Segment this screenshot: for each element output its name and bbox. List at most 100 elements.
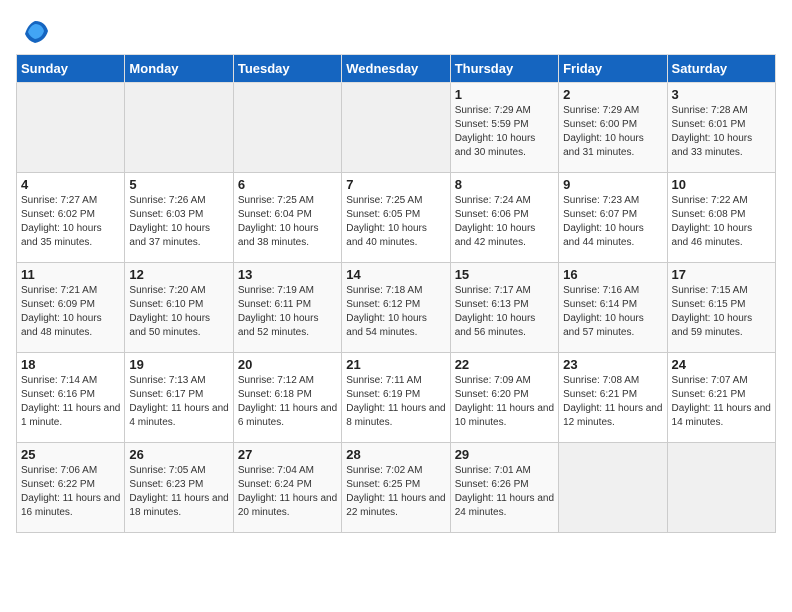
day-number: 23 (563, 357, 662, 372)
calendar-cell: 23 Sunrise: 7:08 AMSunset: 6:21 PMDayligh… (559, 353, 667, 443)
day-number: 22 (455, 357, 554, 372)
cell-info: Sunrise: 7:18 AMSunset: 6:12 PMDaylight:… (346, 284, 445, 340)
cell-info: Sunrise: 7:19 AMSunset: 6:11 PMDaylight:… (238, 284, 337, 340)
calendar-week-row: 1Sunrise: 7:29 AMSunset: 5:59 PMDaylight… (17, 83, 776, 173)
calendar-cell (559, 443, 667, 533)
day-number: 13 (238, 267, 337, 282)
cell-info: Sunrise: 7:02 AMSunset: 6:25 PMDaylight:… (346, 464, 445, 520)
day-number: 27 (238, 447, 337, 462)
cell-info: Sunrise: 7:06 AMSunset: 6:22 PMDaylight:… (21, 464, 120, 520)
day-header-tuesday: Tuesday (233, 55, 341, 83)
cell-info: Sunrise: 7:27 AMSunset: 6:02 PMDaylight:… (21, 194, 120, 250)
calendar-cell (17, 83, 125, 173)
day-header-sunday: Sunday (17, 55, 125, 83)
day-header-saturday: Saturday (667, 55, 775, 83)
calendar-cell (233, 83, 341, 173)
calendar-cell: 22 Sunrise: 7:09 AMSunset: 6:20 PMDayligh… (450, 353, 558, 443)
cell-info: Sunrise: 7:17 AMSunset: 6:13 PMDaylight:… (455, 284, 554, 340)
day-number: 16 (563, 267, 662, 282)
calendar-cell: 25 Sunrise: 7:06 AMSunset: 6:22 PMDayligh… (17, 443, 125, 533)
day-number: 26 (129, 447, 228, 462)
calendar-week-row: 18 Sunrise: 7:14 AMSunset: 6:16 PMDayligh… (17, 353, 776, 443)
logo (16, 16, 50, 46)
day-number: 7 (346, 177, 445, 192)
calendar-cell: 19 Sunrise: 7:13 AMSunset: 6:17 PMDayligh… (125, 353, 233, 443)
cell-info: Sunrise: 7:07 AMSunset: 6:21 PMDaylight:… (672, 374, 771, 430)
calendar-cell: 16 Sunrise: 7:16 AMSunset: 6:14 PMDayligh… (559, 263, 667, 353)
calendar-cell: 5 Sunrise: 7:26 AMSunset: 6:03 PMDaylight… (125, 173, 233, 263)
calendar-cell: 21 Sunrise: 7:11 AMSunset: 6:19 PMDayligh… (342, 353, 450, 443)
cell-info: Sunrise: 7:20 AMSunset: 6:10 PMDaylight:… (129, 284, 228, 340)
calendar-cell: 18 Sunrise: 7:14 AMSunset: 6:16 PMDayligh… (17, 353, 125, 443)
cell-info: Sunrise: 7:15 AMSunset: 6:15 PMDaylight:… (672, 284, 771, 340)
calendar-cell: 10 Sunrise: 7:22 AMSunset: 6:08 PMDayligh… (667, 173, 775, 263)
cell-info: Sunrise: 7:21 AMSunset: 6:09 PMDaylight:… (21, 284, 120, 340)
day-number: 3 (672, 87, 771, 102)
cell-info: Sunrise: 7:24 AMSunset: 6:06 PMDaylight:… (455, 194, 554, 250)
day-number: 18 (21, 357, 120, 372)
cell-info: Sunrise: 7:11 AMSunset: 6:19 PMDaylight:… (346, 374, 445, 430)
day-number: 1 (455, 87, 554, 102)
calendar-header-row: SundayMondayTuesdayWednesdayThursdayFrid… (17, 55, 776, 83)
day-number: 24 (672, 357, 771, 372)
cell-info: Sunrise: 7:22 AMSunset: 6:08 PMDaylight:… (672, 194, 771, 250)
day-number: 8 (455, 177, 554, 192)
day-number: 29 (455, 447, 554, 462)
day-number: 11 (21, 267, 120, 282)
day-number: 15 (455, 267, 554, 282)
day-header-friday: Friday (559, 55, 667, 83)
calendar-cell: 28 Sunrise: 7:02 AMSunset: 6:25 PMDayligh… (342, 443, 450, 533)
header (16, 16, 776, 46)
calendar-cell: 9 Sunrise: 7:23 AMSunset: 6:07 PMDaylight… (559, 173, 667, 263)
day-number: 19 (129, 357, 228, 372)
calendar-week-row: 11 Sunrise: 7:21 AMSunset: 6:09 PMDayligh… (17, 263, 776, 353)
cell-info: Sunrise: 7:14 AMSunset: 6:16 PMDaylight:… (21, 374, 120, 430)
cell-info: Sunrise: 7:25 AMSunset: 6:05 PMDaylight:… (346, 194, 445, 250)
day-number: 28 (346, 447, 445, 462)
cell-info: Sunrise: 7:01 AMSunset: 6:26 PMDaylight:… (455, 464, 554, 520)
day-number: 5 (129, 177, 228, 192)
calendar-cell: 11 Sunrise: 7:21 AMSunset: 6:09 PMDayligh… (17, 263, 125, 353)
cell-info: Sunrise: 7:25 AMSunset: 6:04 PMDaylight:… (238, 194, 337, 250)
day-header-wednesday: Wednesday (342, 55, 450, 83)
calendar-cell: 26 Sunrise: 7:05 AMSunset: 6:23 PMDayligh… (125, 443, 233, 533)
cell-info: Sunrise: 7:08 AMSunset: 6:21 PMDaylight:… (563, 374, 662, 430)
calendar-cell: 7 Sunrise: 7:25 AMSunset: 6:05 PMDaylight… (342, 173, 450, 263)
cell-info: Sunrise: 7:28 AMSunset: 6:01 PMDaylight:… (672, 104, 771, 160)
day-number: 12 (129, 267, 228, 282)
calendar-cell: 2Sunrise: 7:29 AMSunset: 6:00 PMDaylight… (559, 83, 667, 173)
cell-info: Sunrise: 7:23 AMSunset: 6:07 PMDaylight:… (563, 194, 662, 250)
calendar-cell: 3 Sunrise: 7:28 AMSunset: 6:01 PMDaylight… (667, 83, 775, 173)
cell-info: Sunrise: 7:13 AMSunset: 6:17 PMDaylight:… (129, 374, 228, 430)
cell-info: Sunrise: 7:09 AMSunset: 6:20 PMDaylight:… (455, 374, 554, 430)
cell-info: Sunrise: 7:05 AMSunset: 6:23 PMDaylight:… (129, 464, 228, 520)
calendar-cell (342, 83, 450, 173)
day-number: 17 (672, 267, 771, 282)
logo-icon (20, 16, 50, 46)
day-number: 4 (21, 177, 120, 192)
day-header-monday: Monday (125, 55, 233, 83)
day-number: 10 (672, 177, 771, 192)
calendar-cell: 17 Sunrise: 7:15 AMSunset: 6:15 PMDayligh… (667, 263, 775, 353)
calendar-cell: 1Sunrise: 7:29 AMSunset: 5:59 PMDaylight… (450, 83, 558, 173)
calendar-cell: 14Sunrise: 7:18 AMSunset: 6:12 PMDayligh… (342, 263, 450, 353)
calendar-cell: 4 Sunrise: 7:27 AMSunset: 6:02 PMDaylight… (17, 173, 125, 263)
cell-info: Sunrise: 7:26 AMSunset: 6:03 PMDaylight:… (129, 194, 228, 250)
day-number: 2 (563, 87, 662, 102)
cell-info: Sunrise: 7:16 AMSunset: 6:14 PMDaylight:… (563, 284, 662, 340)
calendar-cell: 15 Sunrise: 7:17 AMSunset: 6:13 PMDayligh… (450, 263, 558, 353)
day-number: 9 (563, 177, 662, 192)
calendar-cell: 8 Sunrise: 7:24 AMSunset: 6:06 PMDaylight… (450, 173, 558, 263)
day-number: 6 (238, 177, 337, 192)
calendar-cell: 12 Sunrise: 7:20 AMSunset: 6:10 PMDayligh… (125, 263, 233, 353)
day-number: 20 (238, 357, 337, 372)
calendar-cell: 20 Sunrise: 7:12 AMSunset: 6:18 PMDayligh… (233, 353, 341, 443)
calendar-cell: 24 Sunrise: 7:07 AMSunset: 6:21 PMDayligh… (667, 353, 775, 443)
cell-info: Sunrise: 7:12 AMSunset: 6:18 PMDaylight:… (238, 374, 337, 430)
day-header-thursday: Thursday (450, 55, 558, 83)
day-number: 25 (21, 447, 120, 462)
calendar-week-row: 25 Sunrise: 7:06 AMSunset: 6:22 PMDayligh… (17, 443, 776, 533)
day-number: 21 (346, 357, 445, 372)
calendar-table: SundayMondayTuesdayWednesdayThursdayFrid… (16, 54, 776, 533)
cell-info: Sunrise: 7:04 AMSunset: 6:24 PMDaylight:… (238, 464, 337, 520)
